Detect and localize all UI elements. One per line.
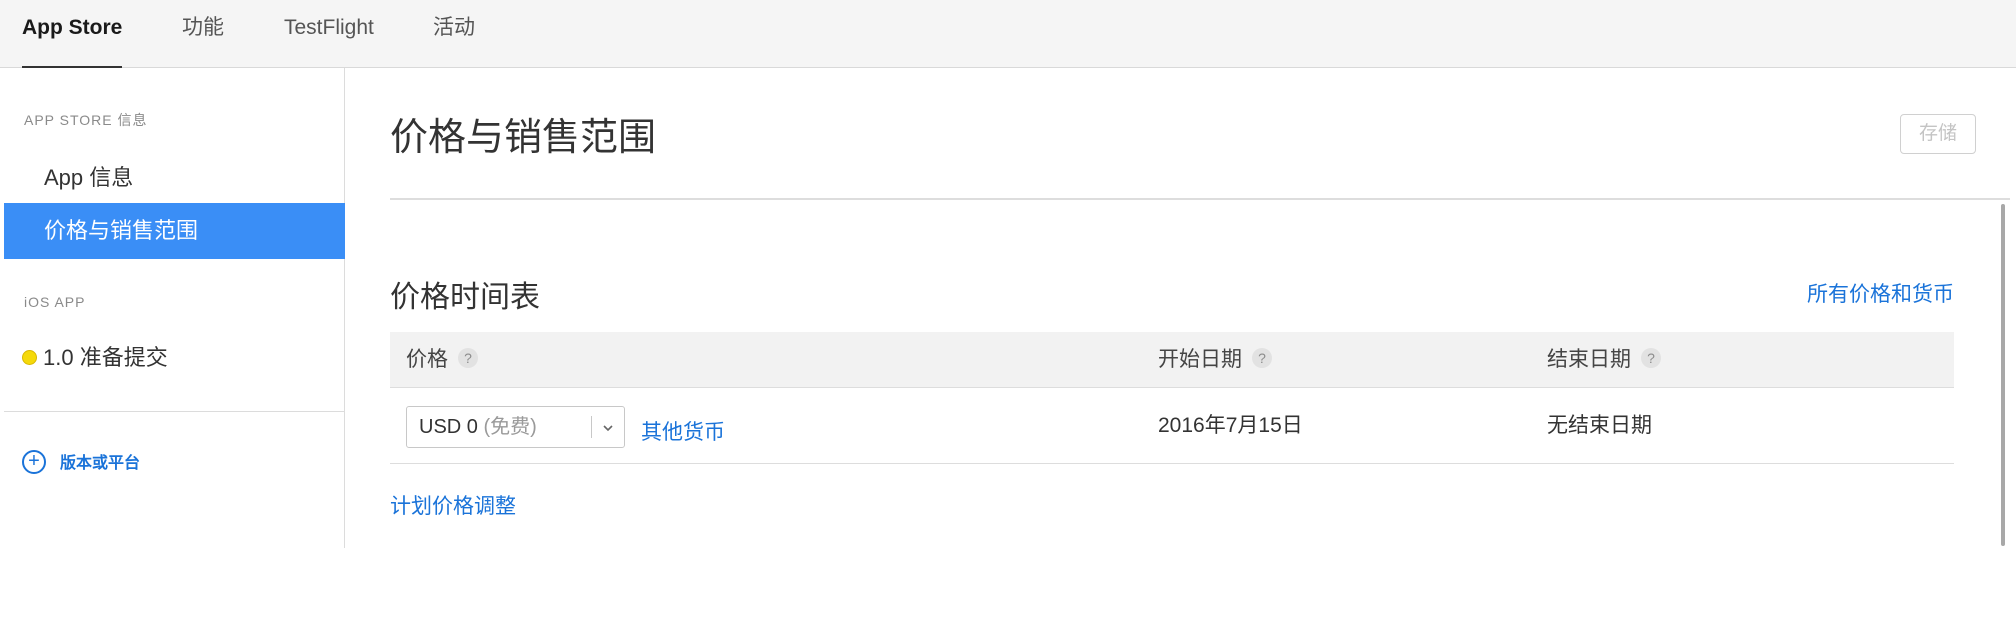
version-label: 1.0 准备提交 [43, 345, 168, 370]
column-header-start-date: 开始日期? [1158, 332, 1272, 388]
add-platform-label: 版本或平台 [60, 455, 141, 472]
section-title-price-schedule: 价格时间表 [390, 281, 540, 314]
column-header-price: 价格? [406, 332, 478, 388]
sidebar: APP STORE 信息 App 信息 价格与销售范围 iOS APP 1.0 … [0, 68, 345, 548]
chevron-down-icon [603, 425, 613, 432]
help-icon[interactable]: ? [1641, 348, 1661, 369]
all-prices-currencies-link[interactable]: 所有价格和货币 [1807, 278, 1954, 308]
sidebar-item-pricing[interactable]: 价格与销售范围 [4, 203, 345, 259]
price-table-header: 价格? 开始日期? 结束日期? [390, 332, 1954, 388]
help-icon[interactable]: ? [1252, 348, 1272, 369]
sidebar-item-version[interactable]: 1.0 准备提交 [22, 338, 168, 378]
save-button[interactable]: 存储 [1900, 114, 1976, 154]
column-header-end-date-label: 结束日期 [1547, 348, 1631, 371]
tab-app-store[interactable]: App Store [22, 0, 123, 68]
select-separator [591, 416, 592, 438]
schedule-price-change-link[interactable]: 计划价格调整 [390, 490, 516, 520]
other-currency-link[interactable]: 其他货币 [641, 416, 725, 446]
tab-activity[interactable]: 活动 [433, 0, 475, 68]
column-header-end-date: 结束日期? [1547, 332, 1661, 388]
tab-features[interactable]: 功能 [182, 0, 224, 68]
sidebar-section-app-store-info: APP STORE 信息 [24, 112, 148, 128]
help-icon[interactable]: ? [458, 348, 478, 369]
column-header-start-date-label: 开始日期 [1158, 348, 1242, 371]
add-version-platform-button[interactable]: + 版本或平台 [22, 448, 140, 480]
sidebar-item-app-info[interactable]: App 信息 [4, 150, 345, 206]
price-tier-select[interactable]: USD 0 (免费) [406, 406, 625, 448]
price-select-value: USD 0 (免费) [419, 407, 537, 447]
scrollbar[interactable] [2001, 204, 2005, 546]
price-note-text: (免费) [483, 416, 537, 438]
table-row: USD 0 (免费) 其他货币 2016年7月15日 无结束日期 [390, 388, 1954, 464]
sidebar-divider [4, 411, 345, 412]
top-tab-bar: App Store 功能 TestFlight 活动 [0, 0, 2016, 68]
column-header-price-label: 价格 [406, 348, 448, 371]
price-value-text: USD 0 [419, 416, 478, 438]
end-date-cell: 无结束日期 [1547, 414, 1652, 437]
title-divider [390, 198, 2010, 200]
start-date-cell: 2016年7月15日 [1158, 414, 1303, 437]
tab-testflight[interactable]: TestFlight [284, 0, 374, 68]
sidebar-section-ios-app: iOS APP [24, 294, 86, 310]
status-dot-icon [22, 349, 37, 365]
page-title: 价格与销售范围 [390, 117, 657, 159]
plus-circle-icon: + [22, 449, 46, 474]
